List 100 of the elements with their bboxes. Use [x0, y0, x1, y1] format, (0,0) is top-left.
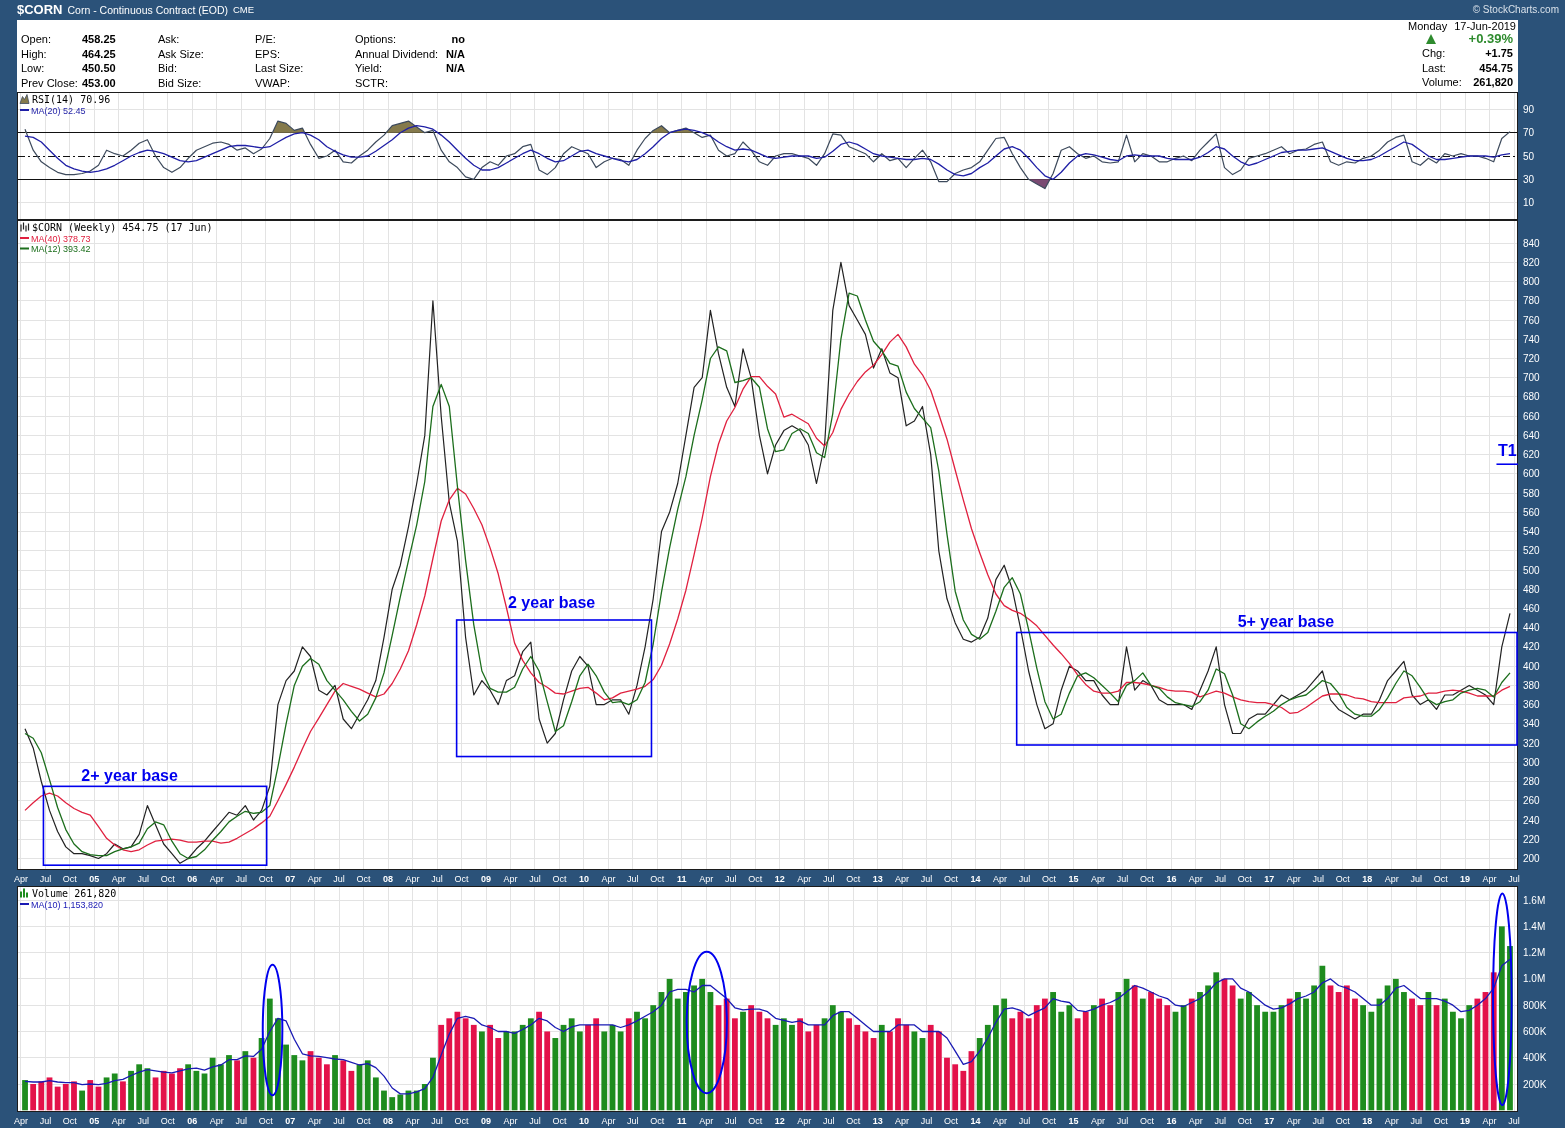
x-axis-label: Oct — [944, 1115, 959, 1126]
x-axis-label: Apr — [405, 873, 420, 884]
instrument-name: Corn - Continuous Contract (EOD) — [67, 3, 228, 17]
bar — [772, 1024, 779, 1111]
y-axis-label: 1.6M — [1523, 894, 1546, 906]
bar — [527, 1018, 534, 1111]
field-label: Bid: — [158, 62, 177, 76]
x-axis-label: Oct — [1042, 1115, 1056, 1126]
x-axis-label: Apr — [1090, 1115, 1105, 1126]
bar — [1058, 1011, 1065, 1111]
y-axis-label: 700 — [1523, 372, 1540, 384]
x-axis-label: Jul — [1116, 1115, 1129, 1126]
bar — [413, 1090, 420, 1111]
x-axis-label: 12 — [774, 1115, 785, 1126]
bar — [854, 1024, 861, 1111]
bar — [903, 1024, 910, 1111]
bar — [177, 1068, 183, 1111]
x-axis-label: Apr — [797, 873, 812, 884]
x-axis-label: 07 — [285, 1115, 296, 1126]
x-axis-label: Apr — [209, 1115, 224, 1126]
bar — [944, 1057, 950, 1111]
y-axis-label: 780 — [1523, 295, 1540, 307]
bar — [1466, 1005, 1473, 1111]
y-axis-label: 10 — [1523, 197, 1535, 209]
bar — [642, 1018, 649, 1111]
x-axis-label: Apr — [1286, 1115, 1301, 1126]
x-axis-label: Oct — [258, 1115, 273, 1126]
bar — [1131, 985, 1138, 1111]
y-axis-label: 840 — [1523, 237, 1540, 249]
bar — [1033, 1005, 1040, 1111]
bar — [1262, 1011, 1269, 1111]
bar — [1107, 1005, 1114, 1111]
y-axis-label: 800 — [1523, 276, 1540, 288]
bar — [691, 985, 697, 1111]
bar — [585, 1024, 591, 1111]
bar — [1050, 992, 1057, 1111]
x-axis-label: Oct — [1335, 1115, 1350, 1126]
y-axis-label: 220 — [1523, 833, 1540, 845]
x-axis-label: Jul — [1508, 873, 1520, 884]
y-axis-label: 360 — [1523, 699, 1540, 711]
x-axis-label: Oct — [1433, 1115, 1448, 1126]
bar — [38, 1081, 45, 1111]
overbought-area — [386, 121, 425, 133]
x-axis-label: Apr — [797, 1115, 812, 1126]
x-axis-label: Jul — [39, 873, 52, 884]
x-axis-label: 17 — [1264, 873, 1275, 884]
bar — [79, 1090, 86, 1111]
x-axis-label: Oct — [1237, 1115, 1252, 1126]
legend-label: RSI(14) 70.96 — [32, 94, 111, 105]
x-axis-label: 05 — [89, 1115, 100, 1126]
bar — [1213, 972, 1220, 1111]
field-label: VWAP: — [255, 76, 291, 90]
x-axis-label: Jul — [39, 1115, 52, 1126]
bar — [234, 1060, 241, 1111]
x-axis-label: Apr — [895, 1115, 910, 1126]
date-label: Monday 17-Jun-2019 — [1408, 20, 1516, 32]
field-label: Ask: — [158, 33, 180, 47]
x-axis-label: Oct — [356, 873, 371, 884]
bar — [495, 1038, 502, 1111]
legend-label: Volume 261,820 — [32, 888, 117, 899]
x-axis-label: 11 — [677, 1115, 687, 1126]
bar — [438, 1024, 445, 1111]
bar — [797, 1018, 804, 1111]
bar — [634, 1011, 640, 1111]
x-axis-label: Apr — [13, 873, 28, 884]
x-axis-label: Jul — [822, 1115, 835, 1126]
x-axis-label: Oct — [944, 873, 959, 884]
field-value: 453.00 — [82, 76, 116, 90]
x-axis-label: Apr — [111, 873, 126, 884]
x-axis-label: Apr — [1482, 873, 1497, 884]
y-axis-label: 480 — [1523, 583, 1540, 595]
bar — [895, 1018, 901, 1111]
bar — [740, 1011, 746, 1111]
y-axis-label: 460 — [1523, 602, 1540, 614]
bar — [1401, 992, 1407, 1111]
bar — [340, 1060, 347, 1111]
x-axis-label: Jul — [529, 873, 541, 884]
bar — [805, 1031, 812, 1111]
x-axis-label: 10 — [578, 1115, 589, 1126]
x-axis-label: Jul — [1018, 1115, 1031, 1126]
bar — [315, 1057, 322, 1111]
bar — [1066, 1005, 1073, 1111]
x-axis-label: Jul — [725, 1115, 737, 1126]
x-axis-label: Oct — [454, 1115, 469, 1126]
x-axis-label: Oct — [1139, 873, 1154, 884]
bar — [372, 1077, 379, 1111]
bar — [291, 1055, 298, 1111]
y-axis-label: 1.0M — [1523, 973, 1546, 985]
x-axis-label: Jul — [137, 873, 150, 884]
bar — [838, 1011, 844, 1111]
bar — [136, 1064, 143, 1111]
bar — [911, 1031, 918, 1111]
bar — [470, 1024, 477, 1111]
bar — [421, 1084, 428, 1111]
bar — [22, 1080, 28, 1111]
bar — [756, 1011, 763, 1111]
x-axis-label: 13 — [872, 1115, 883, 1126]
bar — [209, 1057, 216, 1111]
field-label: Bid Size: — [158, 76, 202, 90]
bar — [952, 1064, 959, 1111]
